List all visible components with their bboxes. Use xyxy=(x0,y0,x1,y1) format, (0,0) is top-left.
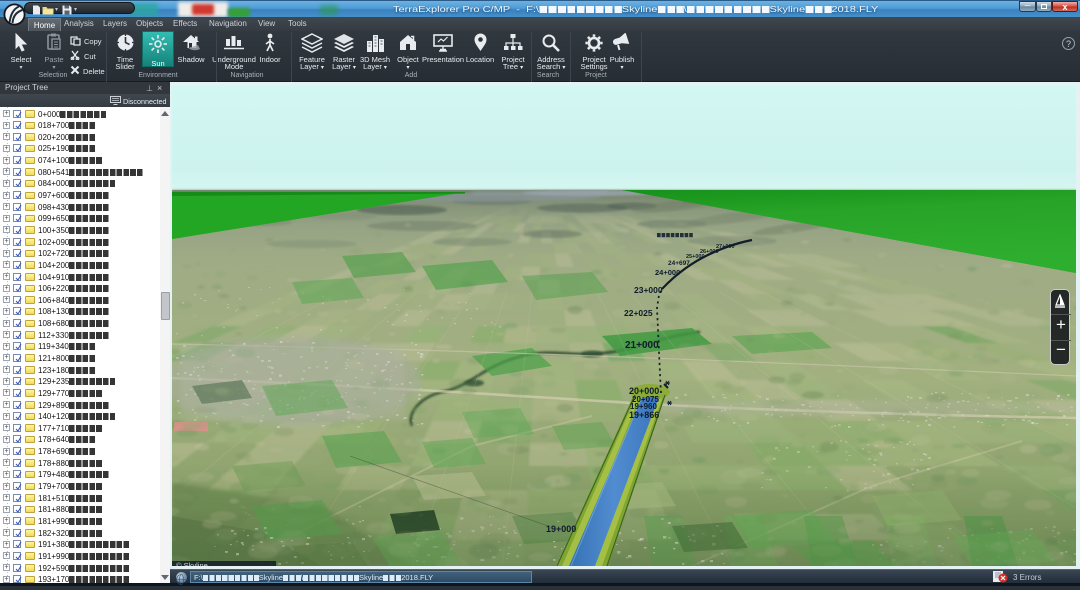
svg-text:19+866: 19+866 xyxy=(629,410,659,420)
svg-text:24+000: 24+000 xyxy=(655,268,680,277)
svg-text:21+000: 21+000 xyxy=(625,340,659,351)
svg-text:23+000: 23+000 xyxy=(634,285,663,295)
svg-text:22+025: 22+025 xyxy=(624,308,653,318)
svg-text:24+697: 24+697 xyxy=(668,260,690,267)
svg-text:27+000: 27+000 xyxy=(716,244,735,250)
svg-text:19+000: 19+000 xyxy=(546,524,576,534)
